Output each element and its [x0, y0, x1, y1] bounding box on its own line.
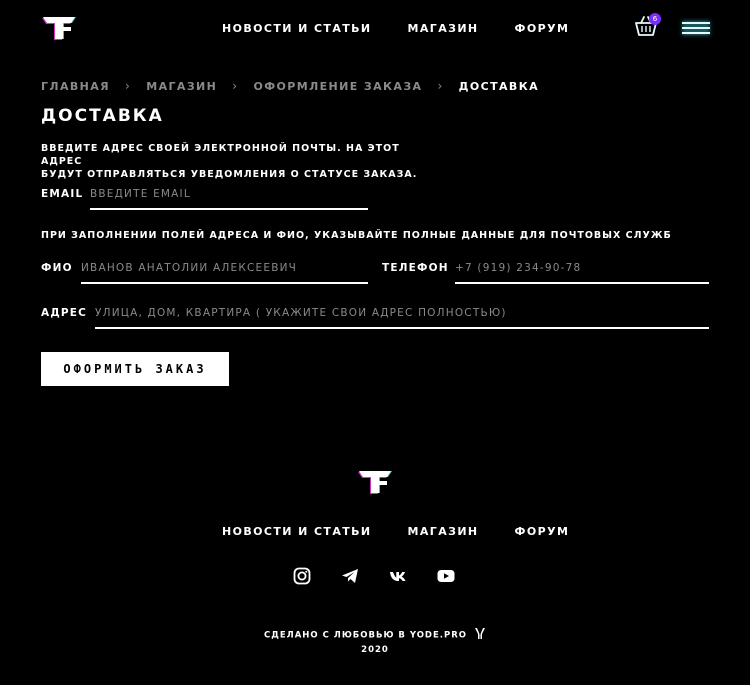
vk-icon[interactable]: [389, 567, 407, 585]
social-links: [293, 567, 455, 585]
breadcrumb-delivery: Доставка: [458, 79, 539, 93]
breadcrumb-home[interactable]: Главная: [41, 80, 110, 93]
chevron-right-icon: ›: [125, 79, 132, 93]
credit-label: Сделано с любовью в yode.pro: [264, 630, 468, 641]
chevron-right-icon: ›: [232, 79, 239, 93]
site-logo[interactable]: [40, 14, 78, 42]
footer-nav-shop[interactable]: Магазин: [408, 525, 479, 538]
email-instructions-line-1: Введите адрес своей электронной почты. Н…: [41, 143, 400, 167]
nav-news[interactable]: Новости и статьи: [222, 22, 372, 35]
cart-count-badge: 6: [649, 13, 661, 25]
address-label: Адрес: [41, 307, 88, 319]
breadcrumb-checkout[interactable]: Оформление заказа: [253, 80, 422, 93]
footer-nav-news[interactable]: Новости и статьи: [222, 525, 372, 538]
yode-logo-icon[interactable]: [474, 628, 486, 642]
footer-nav-forum[interactable]: Форум: [515, 525, 570, 538]
chevron-right-icon: ›: [437, 79, 444, 93]
youtube-icon[interactable]: [437, 567, 455, 585]
fio-field[interactable]: [81, 262, 368, 284]
instagram-icon[interactable]: [293, 567, 311, 585]
phone-field[interactable]: [455, 262, 709, 284]
email-field[interactable]: [90, 188, 368, 210]
telegram-icon[interactable]: [341, 567, 359, 585]
phone-label: Телефон: [382, 262, 449, 274]
place-order-button[interactable]: Оформить заказ: [41, 352, 229, 386]
address-note: При заполнении полей адреса и ФИО, указы…: [41, 230, 672, 241]
email-instructions: Введите адрес своей электронной почты. Н…: [41, 142, 431, 181]
email-label: Email: [41, 188, 84, 200]
breadcrumb: Главная › Магазин › Оформление заказа › …: [41, 79, 539, 93]
hamburger-menu-icon[interactable]: [682, 22, 710, 36]
address-field[interactable]: [95, 307, 709, 329]
nav-forum[interactable]: Форум: [515, 22, 570, 35]
email-instructions-line-2: будут отправляться уведомления о статусе…: [41, 169, 418, 180]
copyright-year: 2020: [361, 645, 389, 655]
main-nav: Новости и статьи Магазин Форум: [222, 22, 569, 35]
page-title: Доставка: [41, 106, 164, 126]
footer-nav: Новости и статьи Магазин Форум: [222, 525, 569, 538]
site-header: Новости и статьи Магазин Форум 6: [0, 0, 750, 60]
fio-label: ФИО: [41, 262, 73, 274]
credit-text: Сделано с любовью в yode.pro: [0, 628, 750, 642]
nav-shop[interactable]: Магазин: [408, 22, 479, 35]
footer-logo[interactable]: [356, 468, 394, 496]
breadcrumb-shop[interactable]: Магазин: [146, 80, 217, 93]
